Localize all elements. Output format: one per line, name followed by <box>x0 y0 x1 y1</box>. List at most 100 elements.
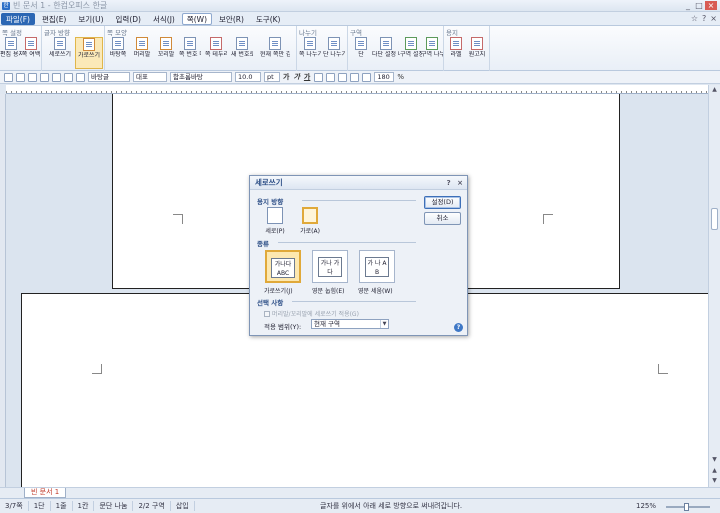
group-page-setup: 쪽 설정 편집 용지 쪽 여백 <box>0 26 42 71</box>
italic-button[interactable]: 가 <box>293 72 299 82</box>
zoom-slider[interactable] <box>666 503 710 511</box>
cancel-button[interactable]: 취소 <box>424 212 461 225</box>
redo-icon[interactable] <box>76 72 85 82</box>
help-icon[interactable]: ? <box>454 323 463 332</box>
horizontal-writing-button[interactable]: 가로쓰기 <box>75 37 103 69</box>
line-spacing-input[interactable]: 180 <box>374 72 395 82</box>
vertical-writing-button[interactable]: 세로쓰기 <box>46 37 74 69</box>
menu-edit[interactable]: 편집(E) <box>37 13 71 25</box>
align-left-icon[interactable] <box>326 72 336 82</box>
page-margin-button[interactable]: 쪽 여백 <box>20 37 42 69</box>
menu-security[interactable]: 보안(R) <box>214 13 249 25</box>
page-break-button[interactable]: 쪽 나누기 <box>299 37 321 69</box>
menu-page[interactable]: 쪽(W) <box>181 12 213 25</box>
status-bar: 3/7쪽 1단 1줄 1칸 문단 나눔 2/2 구역 삽입 글자를 위에서 아래… <box>0 498 720 513</box>
dialog-close-icon[interactable]: × <box>457 179 463 187</box>
portrait-option[interactable]: 세로(P) <box>262 207 288 235</box>
scroll-down-icon[interactable]: ▼ <box>709 455 720 465</box>
english-upright-option[interactable]: 가 나 A B <box>359 250 395 283</box>
style-select[interactable]: 바탕글 <box>88 72 130 82</box>
unit-select[interactable]: pt <box>264 72 280 82</box>
ok-button[interactable]: 설정(D) <box>424 196 461 209</box>
option-label: 세로(P) <box>265 228 285 235</box>
next-page-icon[interactable]: ▼ <box>709 476 720 486</box>
columns-button[interactable]: 단 <box>350 37 372 69</box>
column-break-button[interactable]: 단 나누기 <box>323 37 345 69</box>
button-label: 다단 설정 나누기 <box>372 51 400 58</box>
header-footer-vertical-checkbox[interactable]: 머리말/꼬리말에 세로쓰기 적용(G) <box>264 309 359 318</box>
paper-setup-button[interactable]: 편집 용지 <box>0 37 22 69</box>
document-tab[interactable]: 빈 문서 1 <box>24 488 67 498</box>
menu-format[interactable]: 서식(J) <box>148 13 180 25</box>
group-breaks: 나누기 쪽 나누기 단 나누기 <box>297 26 348 71</box>
master-page-button[interactable]: 바탕쪽 <box>107 37 129 69</box>
status-page[interactable]: 3/7쪽 <box>0 501 29 511</box>
star-icon[interactable]: ☆ <box>691 14 698 23</box>
save-icon[interactable] <box>28 72 37 82</box>
font-select[interactable]: 함초롬바탕 <box>170 72 232 82</box>
group-label: 쪽 설정 <box>2 29 23 37</box>
checkbox-box <box>264 310 270 317</box>
print-icon[interactable] <box>40 72 49 82</box>
section-break-button[interactable]: 구역 나누기 <box>421 37 443 69</box>
status-line: 1줄 <box>51 501 73 511</box>
close-button[interactable]: × <box>705 1 717 10</box>
maximize-button[interactable]: □ <box>694 1 704 10</box>
hide-page-button[interactable]: 현재 쪽만 감추기 <box>260 37 290 69</box>
new-doc-icon[interactable] <box>4 72 13 82</box>
help-icon[interactable]: ? <box>702 14 706 23</box>
section-setup-button[interactable]: 구역 설정 <box>400 37 422 69</box>
menu-view[interactable]: 보기(U) <box>73 13 108 25</box>
justify-icon[interactable] <box>362 72 372 82</box>
page-number-button[interactable]: 쪽 번호 매기기 <box>179 37 201 69</box>
horizontal-ruler[interactable] <box>6 85 708 94</box>
page-border-button[interactable]: 쪽 테두리/배경 <box>205 37 227 69</box>
button-label: 쪽 번호 매기기 <box>179 51 201 58</box>
menu-file[interactable]: 파일(F) <box>1 12 35 25</box>
chevron-down-icon[interactable]: ▼ <box>380 320 388 328</box>
paper-orientation-label: 용지 방향 <box>257 198 284 206</box>
minimize-button[interactable]: _ <box>683 1 693 10</box>
align-right-icon[interactable] <box>350 72 360 82</box>
preview-icon[interactable] <box>52 72 61 82</box>
dialog-title-bar[interactable]: 세로쓰기 ? × <box>250 176 467 190</box>
language-select[interactable]: 대표 <box>133 72 167 82</box>
group-label: 나누기 <box>299 29 317 37</box>
horizontal-type-label: 가로쓰기(J) <box>264 288 293 295</box>
menu-insert[interactable]: 입력(D) <box>111 13 146 25</box>
scroll-thumb[interactable] <box>711 208 718 230</box>
horizontal-type-option[interactable]: 가나다 ABC <box>265 250 301 283</box>
undo-icon[interactable] <box>64 72 73 82</box>
section-setup-icon <box>405 37 417 50</box>
group-label: 쪽 모양 <box>107 29 128 37</box>
font-size-input[interactable]: 10.0 <box>235 72 261 82</box>
open-icon[interactable] <box>16 72 25 82</box>
bold-button[interactable]: 가 <box>283 72 289 82</box>
zoom-level[interactable]: 125% <box>636 502 656 510</box>
multi-column-button[interactable]: 다단 설정 나누기 <box>372 37 400 69</box>
zoom-slider-handle[interactable] <box>684 503 689 511</box>
align-center-icon[interactable] <box>338 72 348 82</box>
section-break-icon <box>426 37 438 50</box>
menu-tools[interactable]: 도구(K) <box>251 13 286 25</box>
new-number-button[interactable]: 새 번호로 시작 <box>231 37 253 69</box>
scroll-up-icon[interactable]: ▲ <box>709 85 720 95</box>
dialog-help-icon[interactable]: ? <box>447 179 451 187</box>
doc-close-icon[interactable]: × <box>710 14 717 23</box>
english-lying-option[interactable]: 가나 가다 <box>312 250 348 283</box>
apply-range-select[interactable]: 현재 구역 ▼ <box>311 319 389 329</box>
label-button[interactable]: 라벨 <box>445 37 467 69</box>
landscape-option[interactable]: 가로(A) <box>297 207 323 235</box>
section-divider <box>292 301 416 302</box>
prev-page-icon[interactable]: ▲ <box>709 466 720 476</box>
group-label: 용지 <box>446 29 458 37</box>
underline-button[interactable]: 가 <box>304 72 310 82</box>
window-controls: _ □ × <box>682 1 717 10</box>
footer-button[interactable]: 꼬리말 <box>155 37 177 69</box>
header-button[interactable]: 머리말 <box>131 37 153 69</box>
vertical-scrollbar[interactable]: ▲ ▼ ▲ ▼ <box>708 85 720 487</box>
apply-range-value: 현재 구역 <box>314 320 340 328</box>
font-color-icon[interactable] <box>314 72 324 82</box>
status-mode[interactable]: 삽입 <box>171 501 195 511</box>
manuscript-button[interactable]: 원고지 <box>466 37 488 69</box>
